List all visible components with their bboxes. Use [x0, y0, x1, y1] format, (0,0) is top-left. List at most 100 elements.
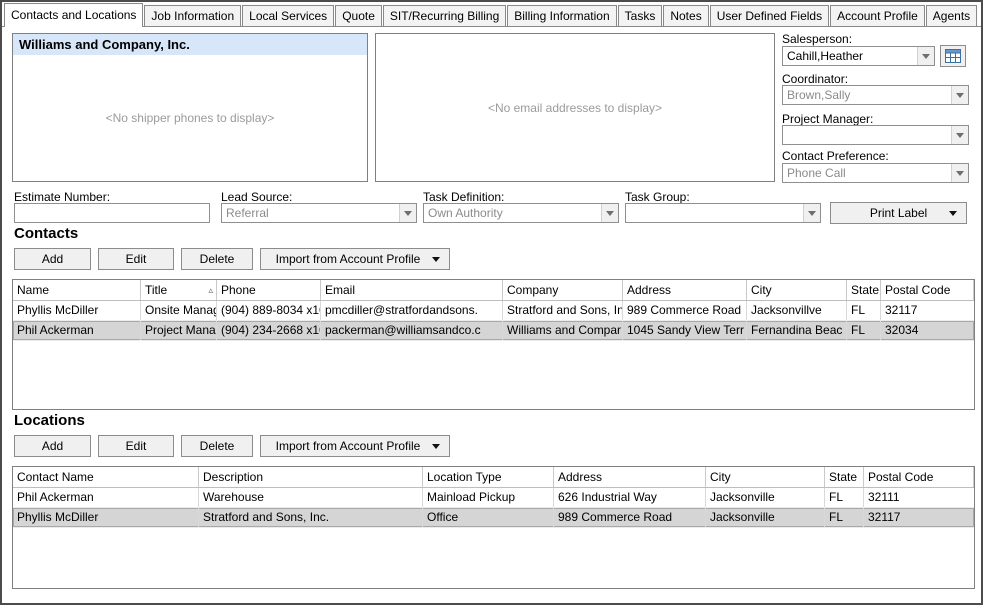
- task-definition-combobox[interactable]: Own Authority: [423, 203, 619, 223]
- table-cell: Fernandina Beac: [747, 321, 847, 340]
- task-definition-label: Task Definition:: [423, 190, 504, 204]
- contacts-column-header-address[interactable]: Address: [623, 280, 747, 300]
- contacts-column-header-phone[interactable]: Phone: [217, 280, 321, 300]
- salesperson-label: Salesperson:: [782, 32, 852, 46]
- table-cell: FL: [847, 321, 881, 340]
- contacts-column-header-state[interactable]: State: [847, 280, 881, 300]
- sort-ascending-icon: ▵: [208, 280, 213, 300]
- salesperson-lookup-button[interactable]: [940, 45, 966, 67]
- tab-local-services[interactable]: Local Services: [242, 5, 334, 26]
- locations-section-title: Locations: [14, 412, 85, 429]
- tab-user-defined-fields[interactable]: User Defined Fields: [710, 5, 829, 26]
- locations-add-button[interactable]: Add: [14, 435, 91, 457]
- table-cell: 32034: [881, 321, 974, 340]
- locations-column-header-address[interactable]: Address: [554, 467, 706, 487]
- table-cell: 32117: [864, 508, 974, 527]
- locations-edit-button[interactable]: Edit: [98, 435, 174, 457]
- table-cell: Phyllis McDiller: [13, 301, 141, 320]
- contacts-column-header-email[interactable]: Email: [321, 280, 503, 300]
- chevron-down-icon[interactable]: [951, 164, 968, 182]
- contacts-section-title: Contacts: [14, 225, 78, 242]
- salesperson-combobox[interactable]: Cahill,Heather: [782, 46, 935, 66]
- chevron-down-icon[interactable]: [399, 204, 416, 222]
- tab-notes[interactable]: Notes: [663, 5, 708, 26]
- project-manager-value: [787, 126, 950, 144]
- table-cell: 1045 Sandy View Terr: [623, 321, 747, 340]
- contact-preference-label: Contact Preference:: [782, 149, 889, 163]
- table-cell: Stratford and Sons, Inc.: [199, 508, 423, 527]
- table-cell: 626 Industrial Way: [554, 488, 706, 507]
- contacts-import-from-account-profile-button[interactable]: Import from Account Profile: [260, 248, 450, 270]
- project-manager-combobox[interactable]: [782, 125, 969, 145]
- table-cell: 989 Commerce Road: [623, 301, 747, 320]
- contact-preference-combobox[interactable]: Phone Call: [782, 163, 969, 183]
- locations-table-row-selected[interactable]: Phyllis McDiller Stratford and Sons, Inc…: [13, 508, 974, 528]
- contacts-add-button[interactable]: Add: [14, 248, 91, 270]
- contacts-import-button-label: Import from Account Profile: [276, 252, 421, 266]
- table-cell: pmcdiller@stratfordandsons.: [321, 301, 503, 320]
- locations-table-row[interactable]: Phil Ackerman Warehouse Mainload Pickup …: [13, 488, 974, 508]
- contacts-column-header-name[interactable]: Name: [13, 280, 141, 300]
- contact-preference-value: Phone Call: [787, 164, 950, 182]
- tab-job-information[interactable]: Job Information: [144, 5, 241, 26]
- table-cell: Phyllis McDiller: [13, 508, 199, 527]
- email-addresses-panel: <No email addresses to display>: [375, 33, 775, 182]
- task-group-label: Task Group:: [625, 190, 690, 204]
- table-cell: (904) 889-8034 x10: [217, 301, 321, 320]
- tab-sit-recurring-billing[interactable]: SIT/Recurring Billing: [383, 5, 506, 26]
- calendar-grid-icon: [945, 49, 961, 63]
- table-cell: Stratford and Sons, In: [503, 301, 623, 320]
- estimate-number-label: Estimate Number:: [14, 190, 110, 204]
- contacts-table-row-selected[interactable]: Phil Ackerman Project Manag (904) 234-26…: [13, 321, 974, 341]
- tab-account-profile[interactable]: Account Profile: [830, 5, 925, 26]
- contacts-column-header-company[interactable]: Company: [503, 280, 623, 300]
- print-label-button-label: Print Label: [870, 206, 927, 220]
- locations-column-header-contact-name[interactable]: Contact Name: [13, 467, 199, 487]
- table-cell: Office: [423, 508, 554, 527]
- tab-billing-information[interactable]: Billing Information: [507, 5, 616, 26]
- chevron-down-icon[interactable]: [951, 126, 968, 144]
- tab-quote[interactable]: Quote: [335, 5, 382, 26]
- chevron-down-icon[interactable]: [803, 204, 820, 222]
- table-cell: FL: [847, 301, 881, 320]
- locations-column-header-city[interactable]: City: [706, 467, 825, 487]
- locations-import-from-account-profile-button[interactable]: Import from Account Profile: [260, 435, 450, 457]
- estimate-number-input[interactable]: [14, 203, 210, 223]
- contacts-table: Name Title ▵ Phone Email Company Address…: [12, 279, 975, 410]
- task-group-combobox[interactable]: [625, 203, 821, 223]
- dropdown-arrow-icon: [432, 444, 440, 449]
- chevron-down-icon[interactable]: [601, 204, 618, 222]
- contacts-delete-button[interactable]: Delete: [181, 248, 253, 270]
- dropdown-arrow-icon: [949, 211, 957, 216]
- print-label-button[interactable]: Print Label: [830, 202, 967, 224]
- locations-column-header-location-type[interactable]: Location Type: [423, 467, 554, 487]
- locations-column-header-description[interactable]: Description: [199, 467, 423, 487]
- contacts-table-row[interactable]: Phyllis McDiller Onsite Manag (904) 889-…: [13, 301, 974, 321]
- table-cell: packerman@williamsandco.c: [321, 321, 503, 340]
- contacts-column-header-city[interactable]: City: [747, 280, 847, 300]
- lead-source-value: Referral: [226, 204, 398, 222]
- tab-agents[interactable]: Agents: [926, 5, 977, 26]
- contacts-column-header-title[interactable]: Title ▵: [141, 280, 217, 300]
- salesperson-value: Cahill,Heather: [787, 47, 916, 65]
- locations-column-header-postal-code[interactable]: Postal Code: [864, 467, 974, 487]
- chevron-down-icon[interactable]: [917, 47, 934, 65]
- tab-contacts-and-locations[interactable]: Contacts and Locations: [4, 3, 143, 27]
- tab-bar: Contacts and Locations Job Information L…: [2, 2, 981, 27]
- table-cell: Williams and Compar: [503, 321, 623, 340]
- contacts-column-header-postal-code[interactable]: Postal Code: [881, 280, 974, 300]
- coordinator-label: Coordinator:: [782, 72, 848, 86]
- coordinator-combobox[interactable]: Brown,Sally: [782, 85, 969, 105]
- shipper-name: Williams and Company, Inc.: [13, 34, 367, 55]
- tab-tasks[interactable]: Tasks: [618, 5, 663, 26]
- coordinator-value: Brown,Sally: [787, 86, 950, 104]
- table-cell: Jacksonville: [706, 508, 825, 527]
- lead-source-combobox[interactable]: Referral: [221, 203, 417, 223]
- contacts-edit-button[interactable]: Edit: [98, 248, 174, 270]
- locations-delete-button[interactable]: Delete: [181, 435, 253, 457]
- locations-column-header-state[interactable]: State: [825, 467, 864, 487]
- task-definition-value: Own Authority: [428, 204, 600, 222]
- lead-source-label: Lead Source:: [221, 190, 292, 204]
- chevron-down-icon[interactable]: [951, 86, 968, 104]
- table-cell: Onsite Manag: [141, 301, 217, 320]
